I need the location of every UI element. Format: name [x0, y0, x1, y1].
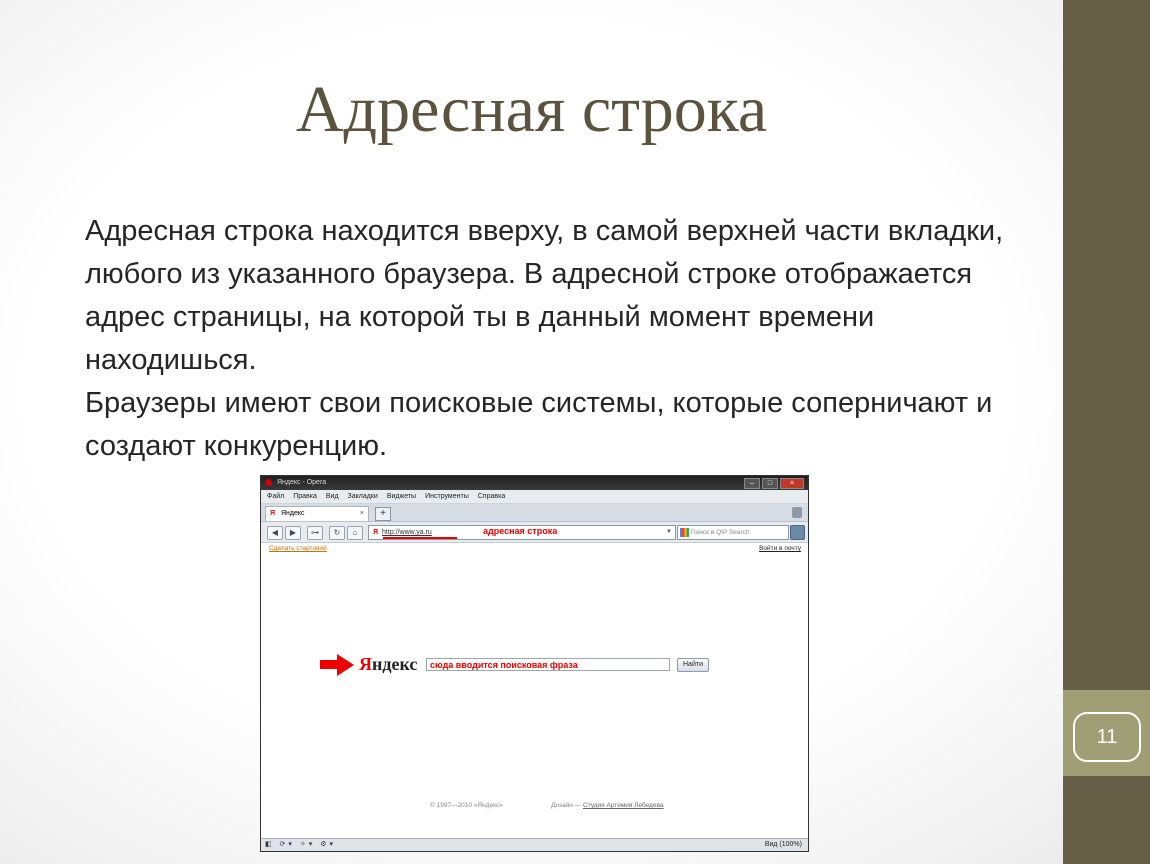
slide-body: Адресная строка находится вверху, в само…: [85, 210, 1045, 468]
red-underline: [383, 537, 457, 539]
status-bar: ◧ ⟳▾ ✧▾ ⚙▾ Вид (100%): [261, 838, 808, 851]
menu-item-help[interactable]: Справка: [478, 490, 505, 503]
address-dropdown-icon[interactable]: ▼: [666, 526, 672, 539]
slide-number: 11: [1073, 712, 1141, 762]
back-button[interactable]: ◀: [267, 526, 283, 540]
search-engine-icon[interactable]: [680, 528, 689, 537]
reload-button[interactable]: ↻: [329, 526, 345, 540]
menu-item-widgets[interactable]: Виджеты: [387, 490, 416, 503]
opera-logo-icon: [265, 478, 272, 486]
yandex-search-input[interactable]: сюда вводится поисковая фраза: [426, 658, 670, 671]
status-icons[interactable]: ◧ ⟳▾ ✧▾ ⚙▾: [265, 839, 336, 851]
make-homepage-link[interactable]: Сделать стартовой: [269, 545, 327, 552]
yandex-favicon-icon: Я: [270, 510, 276, 517]
new-tab-button[interactable]: +: [375, 507, 391, 521]
forward-button[interactable]: ▶: [285, 526, 301, 540]
footer-copyright: © 1997—2010 «Яндекс»: [430, 802, 503, 809]
maximize-icon[interactable]: □: [762, 478, 778, 489]
navigation-bar: ◀ ▶ ⊶ ↻ ⌂ Яhttp://www.ya.ru адресная стр…: [261, 522, 808, 543]
close-icon[interactable]: ×: [780, 478, 804, 489]
tab-bar: Я Яндекс × +: [261, 504, 808, 522]
menu-item-bookmarks[interactable]: Закладки: [348, 490, 378, 503]
page-content: Яндекс сюда вводится поисковая фраза Най…: [261, 555, 808, 810]
browser-screenshot: Яндекс - Opera – □ × Файл Правка Вид Зак…: [260, 475, 809, 852]
menu-bar: Файл Правка Вид Закладки Виджеты Инструм…: [261, 490, 808, 504]
zoom-control[interactable]: Вид (100%): [765, 839, 802, 851]
menu-item-view[interactable]: Вид: [326, 490, 339, 503]
slide-title: Адресная строка: [295, 73, 768, 146]
address-bar[interactable]: Яhttp://www.ya.ru адресная строка ▼: [368, 525, 676, 540]
home-button[interactable]: ⌂: [347, 526, 363, 540]
body-paragraph-2: Браузеры имеют свои поисковые системы, к…: [85, 387, 993, 462]
footer-design: Дизайн — Студия Артемия Лебедева: [551, 802, 664, 809]
address-url: http://www.ya.ru: [382, 529, 432, 536]
search-placeholder: Поиск в QIP Search: [691, 529, 750, 536]
key-icon[interactable]: ⊶: [307, 526, 323, 540]
body-paragraph-1: Адресная строка находится вверху, в само…: [85, 215, 1004, 376]
menu-item-file[interactable]: Файл: [267, 490, 284, 503]
tab-close-icon[interactable]: ×: [360, 507, 364, 521]
address-bar-callout: адресная строка: [483, 526, 558, 536]
tab-yandex[interactable]: Я Яндекс ×: [265, 506, 369, 521]
yandex-logo: Яндекс: [359, 654, 418, 674]
menu-item-edit[interactable]: Правка: [293, 490, 317, 503]
window-title: Яндекс - Opera: [276, 479, 327, 486]
minimize-icon[interactable]: –: [744, 478, 760, 489]
page-top-links: Сделать стартовой Войти в почту: [261, 543, 808, 555]
trash-icon[interactable]: [792, 507, 802, 518]
browser-titlebar: Яндекс - Opera – □ ×: [261, 476, 808, 490]
design-studio-link[interactable]: Студия Артемия Лебедева: [583, 802, 664, 809]
address-favicon-icon: Я: [373, 529, 379, 536]
login-mail-link[interactable]: Войти в почту: [759, 545, 801, 552]
search-icon[interactable]: [790, 525, 805, 540]
menu-item-tools[interactable]: Инструменты: [425, 490, 469, 503]
search-field[interactable]: Поиск в QIP Search: [677, 525, 789, 540]
tab-title: Яндекс: [280, 510, 305, 517]
window-controls: – □ ×: [744, 478, 804, 489]
find-button[interactable]: Найти: [677, 658, 709, 672]
